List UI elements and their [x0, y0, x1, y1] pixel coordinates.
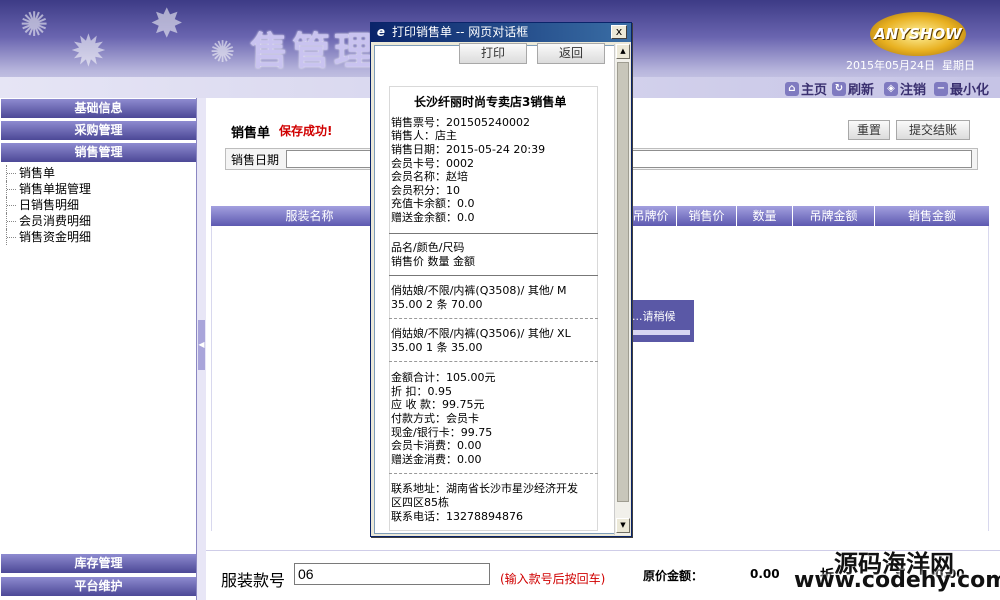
menu-inventory[interactable]: 库存管理 — [1, 554, 196, 573]
print-button[interactable]: 打印 — [459, 43, 527, 64]
menu-purchase[interactable]: 采购管理 — [1, 121, 196, 140]
firework-decoration: ✹ — [70, 26, 107, 77]
receipt-item-detail: 35.00 1 条 35.00 — [391, 341, 483, 354]
logo-text: ANYSHOW — [874, 25, 962, 43]
refresh-button[interactable]: ↻ 刷新 — [832, 79, 874, 98]
code-label: 服装款号 — [221, 571, 286, 590]
submit-checkout-button[interactable]: 提交结账 — [896, 120, 970, 140]
loading-text: ...请稍候 — [632, 310, 676, 323]
dialog-titlebar[interactable]: e 打印销售单 -- 网页对话框 x — [371, 23, 631, 42]
header-date: 2015年05月24日 — [846, 59, 935, 72]
col-sale-price: 销售价 — [677, 206, 737, 226]
sales-date-label: 销售日期 — [231, 153, 280, 167]
col-tag-amount: 吊牌金额 — [793, 206, 875, 226]
receipt-line: 会员积分：10 — [391, 184, 460, 197]
sidebar-item-daily-sales[interactable]: 日销售明细 — [6, 197, 79, 213]
receipt-line: 会员名称：赵培 — [391, 170, 468, 183]
dialog-title: 打印销售单 -- 网页对话框 — [392, 25, 529, 39]
col-tag-price: 吊牌价 — [625, 206, 677, 226]
refresh-label: 刷新 — [848, 83, 875, 98]
minimize-icon: − — [934, 81, 948, 96]
original-amount-label: 原价金额： — [643, 569, 704, 583]
refresh-icon: ↻ — [832, 81, 846, 96]
code-hint: (输入款号后按回车) — [500, 572, 606, 586]
menu-basic-info[interactable]: 基础信息 — [1, 99, 196, 118]
col-quantity: 数量 — [737, 206, 793, 226]
home-label: 主页 — [801, 83, 828, 98]
back-button[interactable]: 返回 — [537, 43, 605, 64]
page-title: 销售单 — [231, 126, 271, 141]
receipt-divider — [389, 318, 598, 319]
home-icon: ⌂ — [785, 81, 799, 96]
ie-icon: e — [376, 25, 386, 39]
scrollbar-thumb[interactable] — [617, 62, 629, 502]
loading-indicator: ...请稍候 — [628, 300, 694, 342]
firework-decoration: ✺ — [210, 35, 236, 70]
receipt-col-header: 销售价 数量 金额 — [391, 255, 475, 268]
col-sale-amount: 销售金额 — [907, 209, 956, 223]
receipt-item-name: 俏姑娘/不限/内裤(Q3508)/ 其他/ M — [391, 284, 567, 297]
sidebar-item-sales-order[interactable]: 销售单 — [6, 165, 55, 181]
receipt-title: 长沙纤丽时尚专卖店3销售单 — [414, 95, 567, 109]
clothing-code-input[interactable] — [294, 563, 490, 585]
collapse-sidebar-icon[interactable]: ◀ — [198, 320, 205, 370]
receipt-divider — [389, 275, 598, 276]
receipt-item-name: 俏姑娘/不限/内裤(Q3506)/ 其他/ XL — [391, 327, 571, 340]
original-amount-value: 0.00 — [750, 567, 780, 581]
receipt-contact-line: 联系电话：13278894876 — [391, 510, 523, 523]
save-success-message: 保存成功! — [279, 124, 333, 138]
receipt-total-line: 折 扣：0.95 — [391, 385, 452, 398]
watermark-line2: www.codehy.com — [794, 568, 1000, 593]
header-weekday: 星期日 — [942, 59, 975, 72]
firework-decoration: ✸ — [150, 1, 184, 47]
receipt-line: 销售人：店主 — [391, 129, 457, 142]
receipt-divider — [389, 233, 598, 234]
logout-icon: ◈ — [884, 81, 898, 96]
receipt-line: 会员卡号：0002 — [391, 157, 474, 170]
close-button[interactable]: x — [611, 25, 627, 39]
menu-sales[interactable]: 销售管理 — [1, 143, 196, 162]
brand-logo: ANYSHOW — [870, 12, 966, 56]
receipt-line: 充值卡余额：0.0 — [391, 197, 475, 210]
receipt-col-header: 品名/颜色/尺码 — [391, 241, 465, 254]
loading-bar — [632, 330, 690, 335]
minimize-button[interactable]: − 最小化 — [934, 79, 989, 98]
receipt-total-line: 现金/银行卡：99.75 — [391, 426, 493, 439]
receipt-contact-line: 区四区85栋 — [391, 496, 449, 509]
receipt-line: 销售票号：201505240002 — [391, 116, 530, 129]
logout-label: 注销 — [900, 83, 927, 98]
sidebar-item-sales-docs[interactable]: 销售单据管理 — [6, 181, 91, 197]
receipt-line: 赠送金余额：0.0 — [391, 211, 475, 224]
receipt-total-line: 赠送金消费：0.00 — [391, 453, 482, 466]
receipt-total-line: 金额合计：105.00元 — [391, 371, 496, 384]
logout-button[interactable]: ◈ 注销 — [884, 79, 926, 98]
scroll-down-icon[interactable]: ▼ — [616, 518, 630, 533]
menu-platform[interactable]: 平台维护 — [1, 577, 196, 596]
receipt-item-detail: 35.00 2 条 70.00 — [391, 298, 483, 311]
receipt-total-line: 应 收 款：99.75元 — [391, 398, 485, 411]
receipt-line: 销售日期：2015-05-24 20:39 — [391, 143, 546, 156]
scroll-up-icon[interactable]: ▲ — [616, 44, 630, 59]
receipt-divider — [389, 473, 598, 474]
receipt-contact-line: 联系地址：湖南省长沙市星沙经济开发 — [391, 482, 578, 495]
home-button[interactable]: ⌂ 主页 — [785, 79, 827, 98]
receipt-total-line: 付款方式：会员卡 — [391, 412, 479, 425]
sidebar-item-member-spending[interactable]: 会员消费明细 — [6, 213, 91, 229]
minimize-label: 最小化 — [950, 83, 990, 98]
sidebar-item-sales-funds[interactable]: 销售资金明细 — [6, 229, 91, 245]
reset-button[interactable]: 重置 — [848, 120, 890, 140]
firework-decoration: ✺ — [20, 5, 49, 45]
receipt-total-line: 会员卡消费：0.00 — [391, 439, 482, 452]
receipt-divider — [389, 361, 598, 362]
